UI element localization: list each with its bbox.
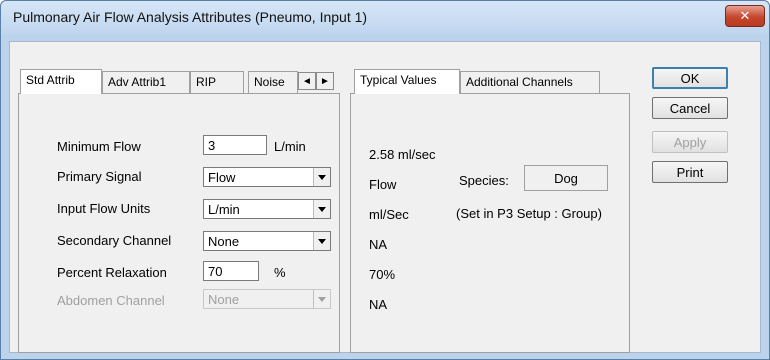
abdomen-channel-value: None (208, 292, 240, 307)
tab-scroll-arrows: ◄ ► (298, 72, 334, 90)
dropdown-button[interactable] (313, 232, 330, 250)
chevron-down-icon (318, 238, 326, 244)
secondary-channel-value: None (208, 234, 240, 249)
primary-signal-select[interactable]: Flow (203, 167, 331, 187)
percent-relaxation-label: Percent Relaxation (57, 265, 167, 280)
typical-minimum-flow: 2.58 ml/sec (369, 147, 436, 162)
tab-typical-values[interactable]: Typical Values (354, 69, 460, 94)
percent-relaxation-unit: % (274, 265, 286, 280)
dropdown-button[interactable] (313, 168, 330, 186)
window-title: Pulmonary Air Flow Analysis Attributes (… (13, 9, 368, 25)
secondary-channel-label: Secondary Channel (57, 233, 172, 248)
tab-scroll-left-button[interactable]: ◄ (298, 72, 316, 90)
input-flow-units-select[interactable]: L/min (203, 199, 331, 219)
percent-relaxation-input[interactable]: 70 (203, 261, 259, 281)
typical-values-panel (350, 93, 630, 353)
chevron-down-icon (318, 206, 326, 212)
species-value-box: Dog (524, 165, 608, 191)
species-label: Species: (459, 173, 509, 188)
chevron-down-icon (318, 174, 326, 180)
typical-abdomen-channel: NA (369, 297, 388, 312)
secondary-channel-select[interactable]: None (203, 231, 331, 251)
tab-additional-channels[interactable]: Additional Channels (460, 71, 600, 93)
cancel-button[interactable]: Cancel (652, 97, 728, 119)
dropdown-button[interactable] (313, 200, 330, 218)
primary-signal-label: Primary Signal (57, 169, 142, 184)
typical-percent-relaxation: 70% (369, 267, 396, 282)
abdomen-channel-select: None (203, 289, 331, 309)
dropdown-button (313, 290, 330, 308)
tab-label: Noise (254, 75, 285, 89)
chevron-down-icon (318, 296, 326, 302)
minimum-flow-unit: L/min (274, 139, 306, 154)
tab-rip[interactable]: RIP (190, 71, 244, 93)
typical-secondary-channel: NA (369, 237, 388, 252)
apply-button: Apply (652, 131, 728, 153)
tab-label: RIP (196, 75, 217, 89)
close-button[interactable]: ✕ (725, 5, 765, 27)
title-bar: Pulmonary Air Flow Analysis Attributes (… (1, 1, 769, 35)
chevron-right-icon: ► (320, 75, 330, 87)
input-flow-units-label: Input Flow Units (57, 201, 151, 216)
close-icon: ✕ (739, 8, 751, 23)
ok-button[interactable]: OK (652, 67, 728, 89)
minimum-flow-label: Minimum Flow (57, 139, 141, 154)
print-button[interactable]: Print (652, 161, 728, 183)
typical-primary-signal: Flow (369, 177, 397, 192)
chevron-left-icon: ◄ (302, 75, 312, 87)
tab-std-attrib[interactable]: Std Attrib (20, 69, 102, 94)
std-attrib-panel (18, 93, 340, 353)
species-value: Dog (554, 170, 578, 186)
tab-adv-attrib1[interactable]: Adv Attrib1 (102, 71, 190, 93)
dialog-window: Pulmonary Air Flow Analysis Attributes (… (0, 0, 770, 360)
typical-input-flow-units: ml/Sec (369, 207, 409, 222)
tab-label: Additional Channels (466, 75, 573, 89)
minimum-flow-input[interactable]: 3 (203, 135, 267, 155)
primary-signal-value: Flow (208, 170, 236, 185)
tab-label: Adv Attrib1 (108, 75, 167, 89)
setup-note: (Set in P3 Setup : Group) (456, 206, 602, 221)
tab-label: Std Attrib (26, 73, 75, 87)
tab-label: Typical Values (360, 73, 437, 87)
tab-scroll-right-button[interactable]: ► (316, 72, 334, 90)
input-flow-units-value: L/min (208, 202, 240, 217)
tab-noise[interactable]: Noise (248, 71, 298, 93)
abdomen-channel-label: Abdomen Channel (57, 293, 165, 308)
